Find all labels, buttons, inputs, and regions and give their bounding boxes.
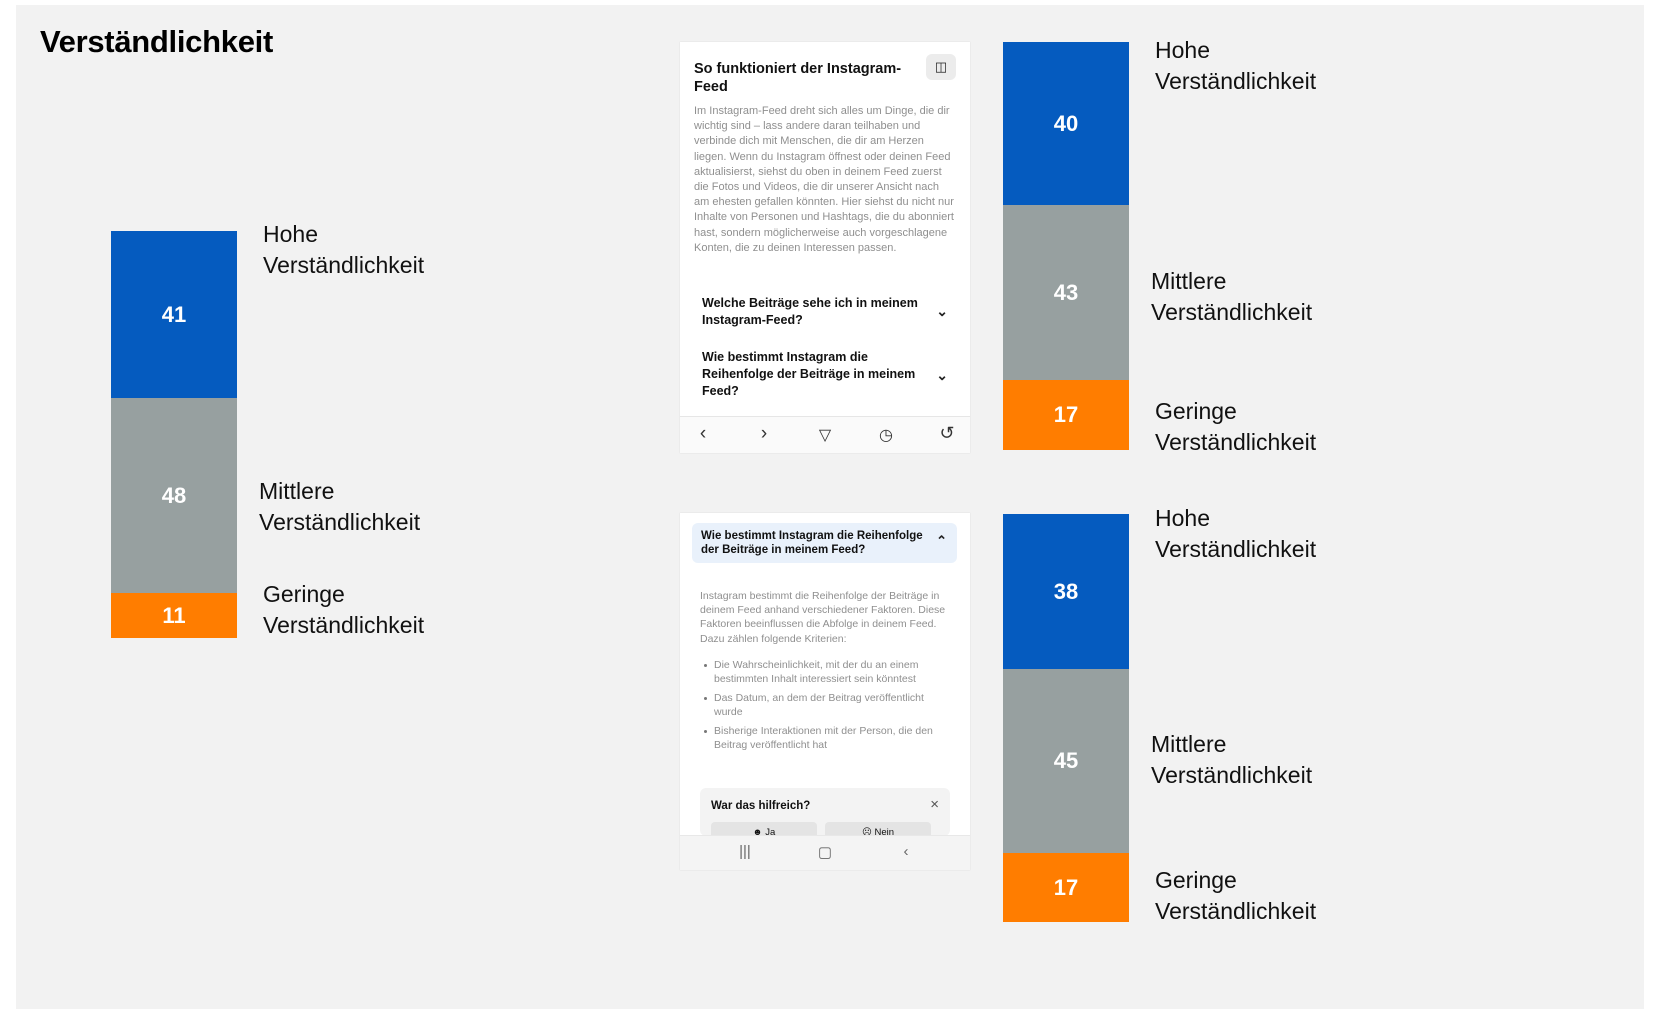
data-label: 17 [1053,874,1079,900]
label-line: Geringe [1155,398,1237,424]
label-line: Hohe [263,221,318,247]
recent-apps-icon[interactable]: ||| [730,843,760,860]
label-high-2: Hohe Verständlichkeit [1155,35,1316,97]
browser-nav-bar: ‹ › ▽ ◷ ↺ [680,416,970,453]
label-line: Hohe [1155,505,1210,531]
data-label: 40 [1053,110,1079,136]
reload-icon[interactable]: ↺ [932,423,962,444]
send-icon[interactable]: ▽ [810,425,840,445]
chevron-down-icon[interactable]: ⌄ [936,367,948,384]
stacked-bar-3: 38 45 17 [1003,514,1129,922]
bar-segment-mid: 43 [1003,205,1129,380]
data-label: 41 [161,301,187,327]
bullet-item: Das Datum, an dem der Beitrag veröffentl… [704,691,954,719]
label-line: Verständlichkeit [1155,68,1317,94]
data-label: 17 [1053,402,1079,427]
faq-item-2[interactable]: Wie bestimmt Instagram die Reihenfolge d… [702,349,922,399]
label-line: Verständlichkeit [259,509,421,535]
history-icon[interactable]: ◷ [871,425,901,445]
label-low-2: Geringe Verständlichkeit [1155,396,1316,458]
label-line: Verständlichkeit [1155,898,1317,924]
data-label: 11 [162,602,186,628]
label-line: Verständlichkeit [1151,299,1313,325]
data-label: 43 [1053,279,1079,305]
system-nav-bar: ||| ▢ ‹ [680,835,970,870]
yes-button[interactable]: ☻ Ja [711,822,817,836]
label-line: Verständlichkeit [263,612,425,638]
bar-segment-high: 38 [1003,514,1129,669]
data-label: 38 [1053,578,1079,604]
label-line: Verständlichkeit [263,252,425,278]
bar-segment-low: 17 [1003,380,1129,450]
data-label: 48 [161,482,187,508]
page-title: Verständlichkeit [40,24,273,59]
feedback-question: War das hilfreich? [711,800,811,812]
home-icon[interactable]: ▢ [810,843,840,861]
back-icon[interactable]: ‹ [688,423,718,445]
accordion-body-text: Instagram bestimmt die Reihenfolge der B… [700,590,946,645]
label-line: Verständlichkeit [1151,762,1313,788]
bar-segment-high: 41 [111,231,237,398]
label-line: Geringe [1155,867,1237,893]
faq-item-1[interactable]: Welche Beiträge sehe ich in meinem Insta… [702,295,922,329]
screen-heading: So funktioniert der Instagram-Feed [694,61,902,95]
stacked-bar-2: 40 43 17 [1003,42,1129,450]
screenshot-feed-order: Wie bestimmt Instagram die Reihenfolge d… [680,513,970,870]
bar-segment-low: 17 [1003,853,1129,922]
forward-icon[interactable]: › [749,423,779,445]
bullet-item: Bisherige Interaktionen mit der Person, … [704,724,954,752]
copy-icon[interactable]: ◫ [926,54,956,80]
label-low-3: Geringe Verständlichkeit [1155,865,1316,927]
feedback-box: War das hilfreich? × ☻ Ja ☹ Nein [700,788,950,836]
label-high-3: Hohe Verständlichkeit [1155,503,1316,565]
bar-segment-low: 11 [111,593,237,638]
label-mid-3: Mittlere Verständlichkeit [1151,729,1312,791]
bar-segment-mid: 48 [111,398,237,593]
screenshot-feed-info: So funktioniert der Instagram-Feed ◫ Im … [680,42,970,453]
label-high-1: Hohe Verständlichkeit [263,219,424,281]
back-icon[interactable]: ‹ [891,843,921,860]
label-low-1: Geringe Verständlichkeit [263,579,424,641]
chevron-down-icon[interactable]: ⌄ [936,303,948,320]
accordion-title: Wie bestimmt Instagram die Reihenfolge d… [701,530,923,556]
label-line: Mittlere [259,478,335,504]
label-line: Mittlere [1151,731,1227,757]
label-line: Hohe [1155,37,1210,63]
label-line: Verständlichkeit [1155,536,1317,562]
label-line: Geringe [263,581,345,607]
no-button[interactable]: ☹ Nein [825,822,931,836]
label-line: Mittlere [1151,268,1227,294]
bar-segment-high: 40 [1003,42,1129,205]
label-mid-1: Mittlere Verständlichkeit [259,476,420,538]
label-mid-2: Mittlere Verständlichkeit [1151,266,1312,328]
close-icon[interactable]: × [930,796,939,813]
bullet-item: Die Wahrscheinlichkeit, mit der du an ei… [704,658,954,686]
data-label: 45 [1053,748,1079,773]
accordion-header[interactable]: Wie bestimmt Instagram die Reihenfolge d… [692,523,957,563]
screen-body-text: Im Instagram-Feed dreht sich alles um Di… [694,105,954,254]
stacked-bar-1: 41 48 11 [111,231,237,638]
label-line: Verständlichkeit [1155,429,1317,455]
bar-segment-mid: 45 [1003,669,1129,853]
chevron-up-icon[interactable]: ⌃ [936,533,947,549]
